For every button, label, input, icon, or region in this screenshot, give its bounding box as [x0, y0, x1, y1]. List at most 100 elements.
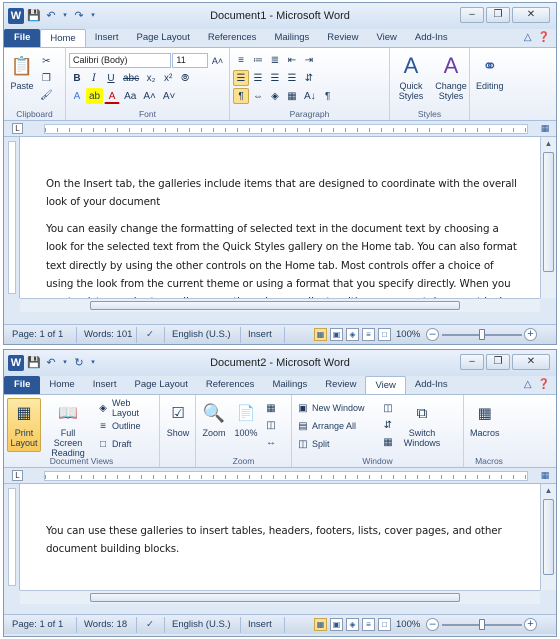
- paragraph-1[interactable]: On the Insert tab, the galleries include…: [46, 175, 522, 212]
- web-layout-button[interactable]: ◈ Web Layout: [95, 398, 156, 418]
- arrange-all-button[interactable]: ▤ Arrange All: [295, 417, 377, 434]
- outline-view-icon[interactable]: ≡: [362, 618, 375, 631]
- help-icon[interactable]: ❓: [538, 376, 550, 394]
- one-page-icon[interactable]: ▦: [263, 400, 279, 416]
- word-count[interactable]: Words: 18: [84, 618, 127, 632]
- draft-button[interactable]: □ Draft: [95, 435, 156, 452]
- tab-file[interactable]: File: [4, 29, 41, 47]
- multilevel-list-icon[interactable]: ≣: [267, 52, 283, 68]
- bullets-icon[interactable]: ≡: [233, 52, 249, 68]
- tab-view[interactable]: View: [367, 29, 405, 47]
- page-count[interactable]: Page: 1 of 1: [12, 328, 63, 342]
- macros-button[interactable]: ▦ Macros: [467, 398, 503, 440]
- full-screen-view-icon[interactable]: ▣: [330, 328, 343, 341]
- tab-insert[interactable]: Insert: [86, 29, 128, 47]
- tab-add-ins[interactable]: Add-Ins: [406, 376, 457, 394]
- tab-file[interactable]: File: [4, 376, 41, 394]
- minimize-ribbon-icon[interactable]: △: [524, 29, 532, 47]
- text-effects-icon[interactable]: A: [69, 88, 85, 104]
- italic-icon[interactable]: I: [86, 70, 102, 86]
- scroll-thumb[interactable]: [543, 152, 554, 272]
- editing-button[interactable]: ⚭ Editing: [473, 51, 507, 93]
- increase-indent-icon[interactable]: ⇥: [301, 52, 317, 68]
- cut-icon[interactable]: ✂: [37, 53, 56, 69]
- horizontal-scrollbar[interactable]: [20, 298, 540, 312]
- pilcrow-icon[interactable]: ¶: [320, 88, 336, 104]
- full-screen-view-icon[interactable]: ▣: [330, 618, 343, 631]
- zoom-in-icon[interactable]: +: [524, 328, 537, 341]
- superscript-icon[interactable]: x²: [160, 70, 176, 86]
- numbering-icon[interactable]: ≔: [250, 52, 266, 68]
- view-ruler-icon[interactable]: ▦: [538, 470, 552, 482]
- document1-body[interactable]: On the Insert tab, the galleries include…: [20, 137, 540, 298]
- font-name-combo[interactable]: Calibri (Body): [69, 52, 172, 68]
- tab-selector[interactable]: L: [12, 123, 23, 134]
- subscript-icon[interactable]: x₂: [143, 70, 159, 86]
- close-button[interactable]: ✕: [512, 7, 550, 23]
- horizontal-ruler[interactable]: L ▦: [4, 121, 556, 137]
- insert-mode[interactable]: Insert: [248, 618, 272, 632]
- paragraph-2[interactable]: You can easily change the formatting of …: [46, 220, 522, 298]
- align-right-icon[interactable]: ☰: [267, 70, 283, 86]
- borders-icon[interactable]: ▦: [284, 88, 300, 104]
- web-layout-view-icon[interactable]: ◈: [346, 618, 359, 631]
- scroll-thumb[interactable]: [543, 499, 554, 575]
- scroll-up-icon[interactable]: ▲: [541, 484, 556, 497]
- new-window-button[interactable]: ▣ New Window: [295, 399, 377, 416]
- tab-home[interactable]: Home: [40, 376, 83, 394]
- scroll-up-icon[interactable]: ▲: [541, 137, 556, 150]
- h-scroll-thumb[interactable]: [90, 301, 460, 310]
- show-button[interactable]: ☑ Show: [163, 398, 193, 440]
- text-direction-icon[interactable]: ⇔: [250, 88, 266, 104]
- clear-formatting-icon[interactable]: ⦾: [177, 70, 193, 86]
- copy-icon[interactable]: ❐: [37, 70, 56, 86]
- tab-view[interactable]: View: [365, 376, 406, 394]
- language[interactable]: English (U.S.): [172, 618, 231, 632]
- close-button[interactable]: ✕: [512, 354, 550, 370]
- line-spacing-icon[interactable]: ⇵: [301, 70, 317, 86]
- grow-font-icon[interactable]: A˄: [209, 52, 226, 68]
- paragraph-1[interactable]: You can use these galleries to insert ta…: [46, 522, 522, 559]
- underline-icon[interactable]: U: [103, 70, 119, 86]
- tab-references[interactable]: References: [197, 376, 264, 394]
- outline-button[interactable]: ≡ Outline: [95, 417, 156, 434]
- tab-mailings[interactable]: Mailings: [263, 376, 316, 394]
- tab-add-ins[interactable]: Add-Ins: [406, 29, 457, 47]
- horizontal-ruler[interactable]: L ▦: [4, 468, 556, 484]
- zoom-level[interactable]: 100%: [396, 328, 420, 342]
- draft-view-icon[interactable]: □: [378, 618, 391, 631]
- minimize-button[interactable]: –: [460, 354, 484, 370]
- page-count[interactable]: Page: 1 of 1: [12, 618, 63, 632]
- minimize-ribbon-icon[interactable]: △: [524, 376, 532, 394]
- tab-references[interactable]: References: [199, 29, 266, 47]
- strikethrough-icon[interactable]: abc: [120, 70, 142, 86]
- tab-review[interactable]: Review: [318, 29, 367, 47]
- restore-button[interactable]: ❐: [486, 7, 510, 23]
- change-case-icon[interactable]: Aa: [121, 88, 139, 104]
- shading-icon[interactable]: ◈: [267, 88, 283, 104]
- tab-mailings[interactable]: Mailings: [265, 29, 318, 47]
- show-formatting-icon[interactable]: ¶: [233, 88, 249, 104]
- proofing-icon[interactable]: ✓: [146, 328, 154, 342]
- print-layout-button[interactable]: ▦ Print Layout: [7, 398, 41, 452]
- align-center-icon[interactable]: ☰: [250, 70, 266, 86]
- minimize-button[interactable]: –: [460, 7, 484, 23]
- view-side-by-side-icon[interactable]: ◫: [380, 400, 396, 416]
- shrink-font-icon[interactable]: A˅: [160, 88, 179, 104]
- proofing-icon[interactable]: ✓: [146, 618, 154, 632]
- font-color-icon[interactable]: A: [104, 88, 121, 104]
- tab-page-layout[interactable]: Page Layout: [127, 29, 198, 47]
- format-painter-icon[interactable]: 🖌: [37, 87, 56, 103]
- language[interactable]: English (U.S.): [172, 328, 231, 342]
- align-left-icon[interactable]: ☰: [233, 70, 249, 86]
- view-ruler-icon[interactable]: ▦: [538, 123, 552, 135]
- bold-icon[interactable]: B: [69, 70, 85, 86]
- outline-view-icon[interactable]: ≡: [362, 328, 375, 341]
- decrease-indent-icon[interactable]: ⇤: [284, 52, 300, 68]
- print-layout-view-icon[interactable]: ▦: [314, 328, 327, 341]
- h-scroll-thumb[interactable]: [90, 593, 460, 602]
- page-width-icon[interactable]: ↔: [263, 434, 279, 450]
- vertical-scrollbar[interactable]: ▲: [540, 484, 556, 590]
- zoom-out-icon[interactable]: –: [426, 618, 439, 631]
- document2-body[interactable]: You can use these galleries to insert ta…: [20, 484, 540, 590]
